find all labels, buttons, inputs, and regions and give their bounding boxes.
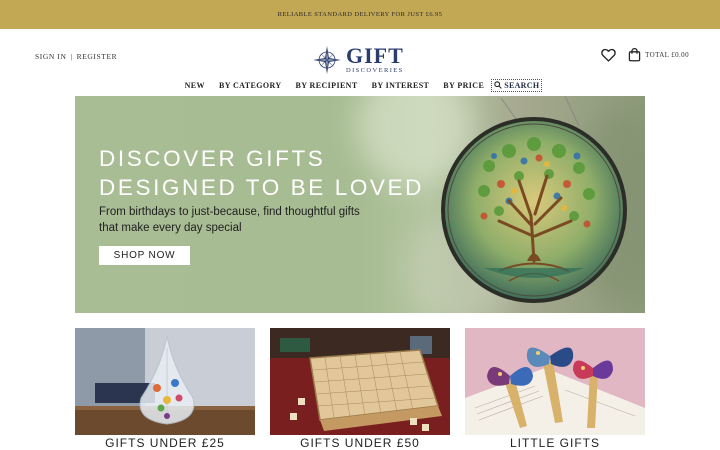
cart-button[interactable]: TOTAL £0.00 [628,48,689,62]
logo-title: GIFT [346,43,404,69]
heart-icon [600,48,616,62]
header-actions: TOTAL £0.00 [600,47,689,63]
nav-search-label: SEARCH [504,80,540,90]
main-nav: NEW BY CATEGORY BY RECIPIENT BY INTEREST… [0,78,720,92]
tile-gifts-under-50[interactable]: GIFTS UNDER £50 [270,328,450,450]
wooden-board-game-image [270,328,450,435]
account-links: SIGN IN | REGISTER [35,52,117,61]
hero-title-line-1: DISCOVER GIFTS [99,146,326,171]
stained-glass-tree-image [441,96,627,303]
compass-star-icon [313,46,341,74]
shopping-bag-icon [628,48,641,62]
site-logo[interactable]: GIFT DISCOVERIES [312,45,404,75]
glass-teardrop-image [75,328,255,435]
register-link[interactable]: REGISTER [77,52,118,61]
butterfly-bookmarks-image [465,328,645,435]
sign-in-link[interactable]: SIGN IN [35,52,67,61]
nav-item-by-price[interactable]: BY PRICE [443,81,484,90]
shop-now-button[interactable]: SHOP NOW [99,246,190,265]
search-icon [494,81,503,89]
nav-search-button[interactable]: SEARCH [491,78,543,92]
promo-bar: RELIABLE STANDARD DELIVERY FOR JUST £6.9… [0,0,720,29]
nav-item-new[interactable]: NEW [185,81,205,90]
tile-label: LITTLE GIFTS [509,436,600,450]
hero-banner[interactable]: DISCOVER GIFTS DESIGNED TO BE LOVED From… [75,96,645,313]
nav-item-by-category[interactable]: BY CATEGORY [219,81,282,90]
nav-item-by-recipient[interactable]: BY RECIPIENT [296,81,358,90]
promo-text[interactable]: RELIABLE STANDARD DELIVERY FOR JUST £6.9… [278,11,443,18]
tile-little-gifts[interactable]: LITTLE GIFTS [465,328,645,450]
hero-title: DISCOVER GIFTS DESIGNED TO BE LOVED [99,144,424,202]
nav-item-by-interest[interactable]: BY INTEREST [372,81,430,90]
logo-subtitle: DISCOVERIES [346,67,404,75]
tile-label: GIFTS UNDER £25 [105,436,225,450]
site-header: SIGN IN | REGISTER GIFT DISCOVERIES TOTA… [0,29,720,81]
hero-title-line-2: DESIGNED TO BE LOVED [99,175,424,200]
cart-total: TOTAL £0.00 [645,51,689,59]
category-tiles: GIFTS UNDER £25 GIFTS UNDER £50 LITTLE G… [75,328,645,450]
tile-gifts-under-25[interactable]: GIFTS UNDER £25 [75,328,255,450]
account-separator: | [70,52,73,61]
tile-label: GIFTS UNDER £50 [300,436,420,450]
hero-description: From birthdays to just-because, find tho… [99,206,360,234]
wishlist-button[interactable] [600,47,616,63]
